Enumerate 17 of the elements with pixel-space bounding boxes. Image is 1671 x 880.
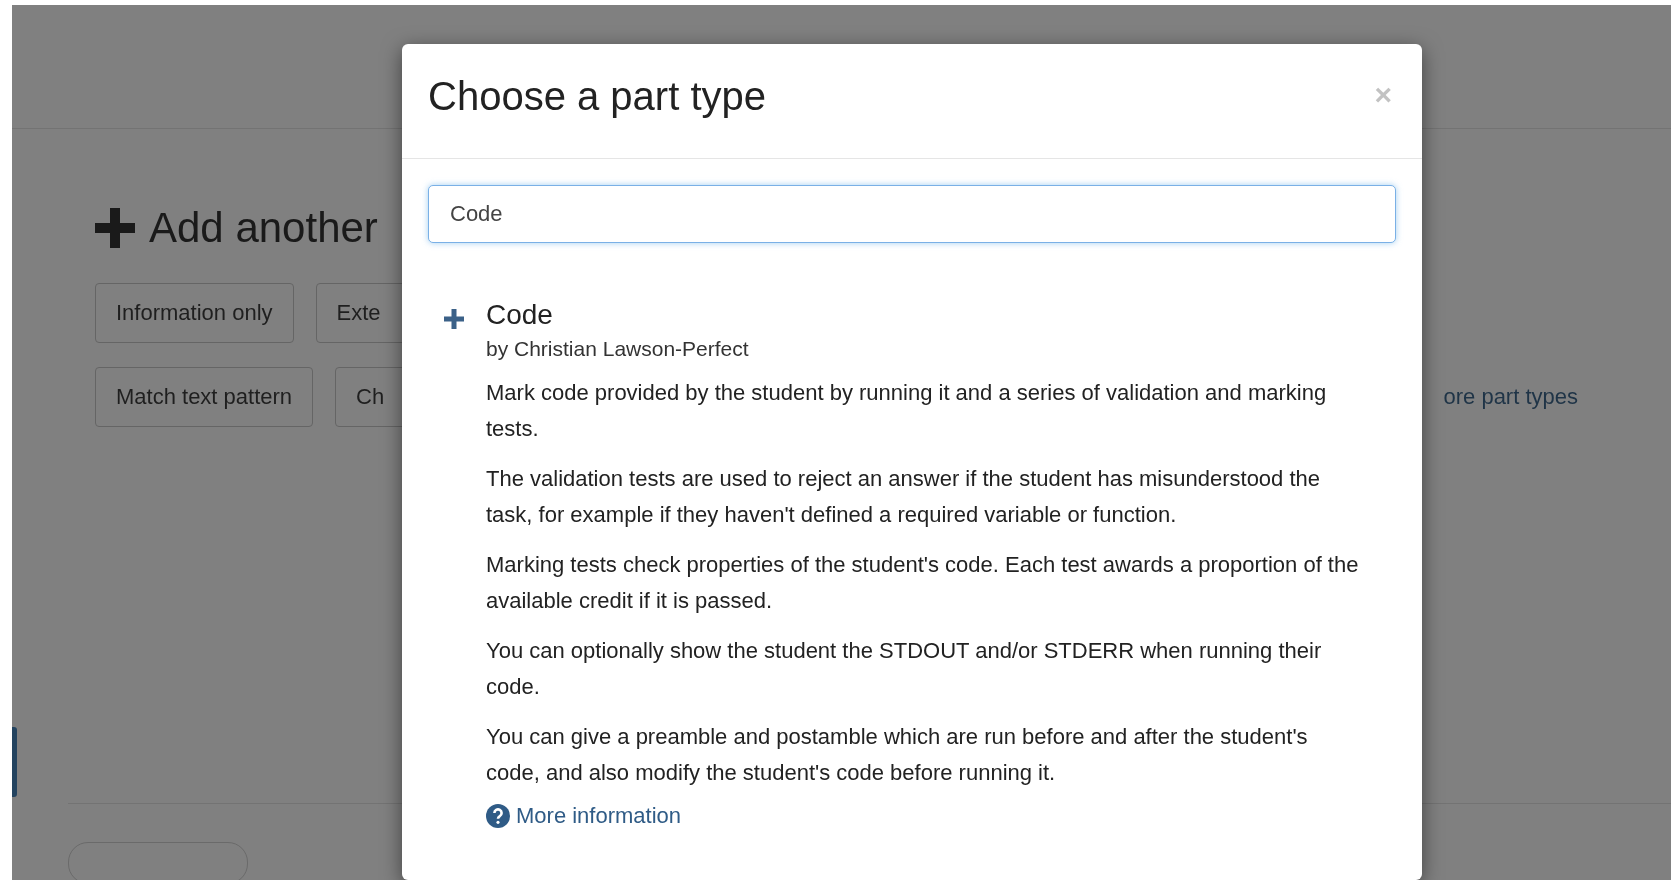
search-field[interactable]: Code	[428, 185, 1396, 243]
part-type-name[interactable]: Code	[486, 299, 1366, 331]
part-type-button[interactable]: Information only	[95, 283, 294, 343]
plus-icon	[95, 208, 135, 248]
author-text: by Christian Lawson-Perfect	[486, 337, 750, 361]
more-part-types-link[interactable]: ore part types	[1443, 384, 1578, 410]
more-information-link[interactable]: More information	[486, 803, 682, 829]
part-type-button[interactable]: Match text pattern	[95, 367, 314, 427]
question-icon[interactable]	[486, 804, 510, 828]
description-paragraph: Marking tests check properties of the student's code. Each test awards a proportion of the available credit if it is passed.	[486, 551, 1360, 615]
section-heading: Add another	[149, 204, 378, 252]
description-paragraph: The validation tests are used to reject an answer if the student has misunderstood the task, for example if they haven't defined a required variable or function.	[486, 465, 1322, 529]
description-paragraph: You can give a preamble and postamble which are run before and after the student's code, and also modify the student's code before running it.	[486, 723, 1309, 787]
modal-title: Choose a part type	[428, 74, 766, 119]
add-icon[interactable]	[444, 309, 464, 329]
description-paragraph: You can optionally show the student the STDOUT and/or STDERR when running their code.	[486, 637, 1323, 701]
description-paragraph: Mark code provided by the student by running it and a series of validation and marking tests.	[486, 379, 1328, 443]
